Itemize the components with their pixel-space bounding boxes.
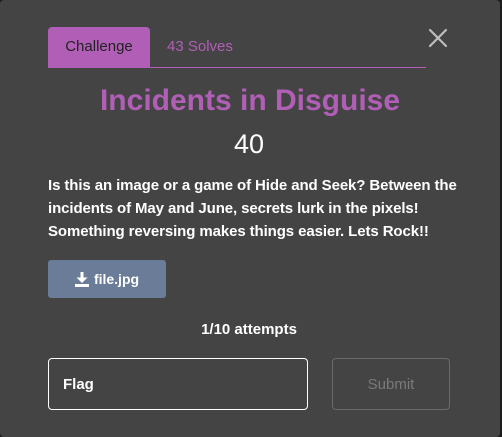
- close-button[interactable]: [426, 26, 450, 50]
- tab-challenge[interactable]: Challenge: [48, 27, 150, 67]
- flag-input[interactable]: [48, 358, 308, 410]
- download-icon: [74, 271, 89, 287]
- challenge-modal: Challenge 43 Solves Incidents in Disguis…: [0, 0, 500, 437]
- challenge-title: Incidents in Disguise: [99, 84, 401, 117]
- close-icon: [428, 28, 448, 48]
- download-file-label: file.jpg: [93, 271, 140, 287]
- challenge-tabs: Challenge 43 Solves: [48, 27, 426, 68]
- submit-button[interactable]: Submit: [332, 358, 450, 410]
- challenge-points: 40: [233, 129, 265, 159]
- download-file-button[interactable]: file.jpg: [48, 260, 166, 298]
- tab-solves[interactable]: 43 Solves: [167, 27, 233, 67]
- challenge-description: Is this an image or a game of Hide and S…: [48, 177, 457, 240]
- attempts-counter: 1/10 attempts: [201, 321, 297, 338]
